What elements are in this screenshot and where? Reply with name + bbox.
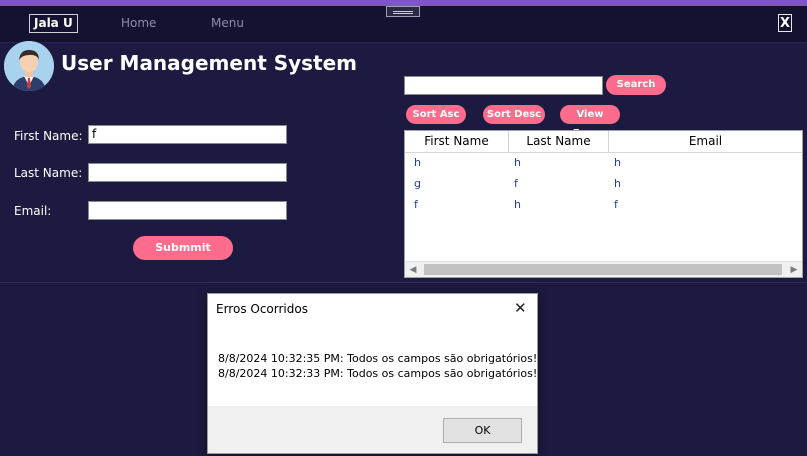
nav-item-home[interactable]: Home <box>121 16 156 30</box>
column-header-last-name[interactable]: Last Name <box>509 131 609 152</box>
column-header-first-name[interactable]: First Name <box>405 131 509 152</box>
scrollbar-thumb[interactable] <box>424 264 782 275</box>
scroll-right-icon[interactable]: ▶ <box>786 262 802 277</box>
table-cell[interactable]: f <box>414 198 418 211</box>
view-errors-button[interactable]: View Errors <box>560 105 620 139</box>
dialog-title: Erros Ocorridos <box>216 302 308 316</box>
ok-button[interactable]: OK <box>443 418 522 443</box>
table-cell[interactable]: g <box>414 177 421 190</box>
brand-label[interactable]: Jala U <box>29 14 78 33</box>
table-cell[interactable]: h <box>514 156 521 169</box>
table-cell[interactable]: f <box>614 198 618 211</box>
errors-dialog: Erros Ocorridos ✕ 8/8/2024 10:32:35 PM: … <box>207 293 538 454</box>
error-message: 8/8/2024 10:32:33 PM: Todos os campos sã… <box>218 367 538 380</box>
last-name-label: Last Name: <box>14 166 83 180</box>
first-name-input[interactable]: f <box>88 125 287 144</box>
error-message: 8/8/2024 10:32:35 PM: Todos os campos sã… <box>218 352 538 365</box>
column-header-email[interactable]: Email <box>609 131 802 152</box>
dialog-footer: OK <box>208 406 537 453</box>
page-title: User Management System <box>61 51 358 75</box>
last-name-input[interactable] <box>88 163 287 182</box>
search-input[interactable] <box>404 76 603 95</box>
scroll-left-icon[interactable]: ◀ <box>405 262 421 277</box>
table-cell[interactable]: f <box>514 177 518 190</box>
table-cell[interactable]: h <box>514 198 521 211</box>
sort-asc-button[interactable]: Sort Asc <box>406 105 466 124</box>
table-cell[interactable]: h <box>614 177 621 190</box>
close-app-button[interactable]: X <box>778 14 792 32</box>
email-input[interactable] <box>88 201 287 220</box>
table-cell[interactable]: h <box>614 156 621 169</box>
users-data-grid[interactable]: First Name Last Name Email h h h g f h f… <box>404 130 803 278</box>
horizontal-scrollbar[interactable]: ◀ ▶ <box>405 261 802 277</box>
dialog-close-icon[interactable]: ✕ <box>514 299 527 317</box>
dialog-body: 8/8/2024 10:32:35 PM: Todos os campos sã… <box>208 324 537 406</box>
nav-item-menu[interactable]: Menu <box>211 16 244 30</box>
grid-header-row: First Name Last Name Email <box>405 131 802 153</box>
first-name-label: First Name: <box>14 129 83 143</box>
email-label: Email: <box>14 204 52 218</box>
submit-button[interactable]: Submmit <box>133 236 233 260</box>
table-cell[interactable]: h <box>414 156 421 169</box>
user-avatar-icon <box>4 41 54 91</box>
search-button[interactable]: Search <box>606 75 666 95</box>
sort-desc-button[interactable]: Sort Desc <box>483 105 545 124</box>
divider <box>0 282 807 283</box>
top-navigation-bar: Jala U Home Menu X <box>0 6 807 43</box>
drag-handle-icon[interactable] <box>386 6 420 17</box>
